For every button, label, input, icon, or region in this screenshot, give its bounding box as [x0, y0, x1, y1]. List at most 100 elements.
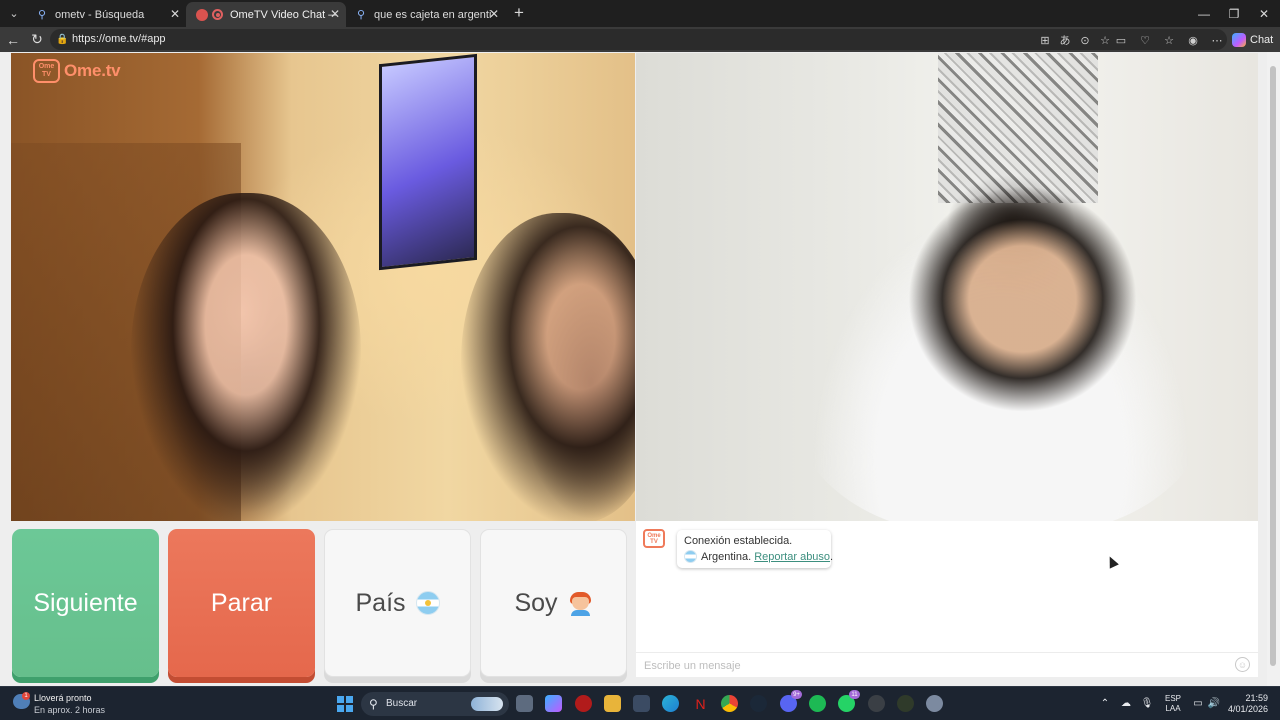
video-background-tv: [379, 53, 477, 271]
more-menu-icon[interactable]: ⋯: [1209, 32, 1225, 48]
search-favicon-icon: ⚲: [356, 9, 366, 21]
partner-country-line: Argentina. Reportar abuso.: [684, 550, 833, 563]
windows-start-icon[interactable]: [337, 696, 353, 712]
address-bar[interactable]: 🔒 https://ome.tv/#app ⊞ あ ⊙ ☆ ▭ ♡ ☆ ◉ ⋯: [50, 29, 1227, 50]
gender-select-button[interactable]: Soy: [480, 529, 627, 677]
copilot-icon: [1232, 33, 1246, 47]
address-url[interactable]: https://ome.tv/#app: [72, 33, 166, 45]
close-tab-icon[interactable]: ✕: [489, 7, 499, 21]
favorite-star-icon[interactable]: ☆: [1097, 32, 1113, 48]
camera-in-use-icon[interactable]: ▭: [1113, 32, 1129, 48]
ometv-logo[interactable]: Ome TV Ome.tv: [33, 59, 121, 83]
report-abuse-link[interactable]: Reportar abuso: [754, 551, 830, 563]
tab-title: ometv - Búsqueda: [55, 8, 145, 21]
ometv-logo-icon: Ome TV: [33, 59, 60, 83]
app-available-icon[interactable]: ⊞: [1037, 32, 1053, 48]
show-hidden-icons-icon[interactable]: ⌃: [1098, 696, 1112, 710]
restore-window-icon[interactable]: ❐: [1218, 0, 1250, 27]
copilot-chat-label: Chat: [1250, 34, 1274, 46]
page-scrollbar[interactable]: [1267, 52, 1280, 686]
tab-ometv-video-chat[interactable]: OmeTV Video Chat — Omegle Alternative ✕: [186, 2, 346, 27]
tab-actions-menu-icon[interactable]: ⌄: [4, 4, 24, 23]
close-tab-icon[interactable]: ✕: [170, 7, 180, 21]
copilot-chat-button[interactable]: Chat: [1232, 31, 1273, 49]
country-select-button[interactable]: País: [324, 529, 471, 677]
ometv-favicon-icon: [196, 8, 208, 21]
video-person-right: [461, 213, 635, 521]
file-explorer-icon[interactable]: [604, 695, 621, 712]
close-tab-icon[interactable]: ✕: [330, 7, 340, 21]
network-icon[interactable]: ▭: [1191, 696, 1205, 710]
search-favicon-icon: ⚲: [37, 9, 47, 21]
app-icon[interactable]: [897, 695, 914, 712]
weather-title[interactable]: Lloverá pronto: [34, 693, 92, 703]
tab-cajeta-search[interactable]: ⚲ que es cajeta en argentina - Búsqueda …: [345, 2, 505, 27]
argentina-flag-icon: [684, 550, 697, 563]
discord-badge: 9+: [791, 690, 802, 699]
whatsapp-icon[interactable]: 11: [838, 690, 860, 712]
translate-icon[interactable]: あ: [1057, 32, 1073, 48]
weather-subtitle[interactable]: En aprox. 2 horas: [34, 705, 105, 715]
search-icon: ⚲: [369, 697, 378, 711]
partner-country: Argentina.: [701, 550, 752, 563]
stop-button[interactable]: Parar: [168, 529, 315, 677]
chat-panel: Ome TV Conexión establecida. Argentina. …: [636, 521, 1258, 677]
next-button[interactable]: Siguiente: [12, 529, 159, 677]
system-message: Conexión establecida. Argentina. Reporta…: [677, 530, 833, 568]
clock-date: 4/01/2026: [1228, 704, 1269, 714]
message-input[interactable]: [642, 657, 1206, 675]
red-app-icon[interactable]: [575, 695, 592, 712]
self-camera-video: [636, 53, 1258, 521]
weather-alert-badge: 1: [22, 692, 30, 700]
taskbar-clock[interactable]: 21:59 4/01/2026: [1228, 693, 1268, 715]
clock-time: 21:59: [1245, 693, 1268, 703]
back-arrow-icon[interactable]: ←: [3, 30, 23, 49]
netflix-icon[interactable]: N: [692, 695, 709, 712]
stop-button-label: Parar: [210, 588, 273, 617]
language-code: ESP: [1165, 694, 1182, 703]
microphone-icon[interactable]: 🎙: [1140, 696, 1154, 710]
close-window-icon[interactable]: ✕: [1248, 0, 1280, 27]
chrome-icon[interactable]: [721, 695, 738, 712]
favorites-icon[interactable]: ☆: [1161, 32, 1177, 48]
onedrive-cloud-icon[interactable]: ☁: [1119, 696, 1133, 710]
taskbar-search[interactable]: ⚲ Buscar: [361, 692, 509, 716]
profile-avatar-icon[interactable]: ◉: [1185, 32, 1201, 48]
extensions-icon[interactable]: ⊙: [1077, 32, 1093, 48]
site-info-icon[interactable]: 🔒: [56, 33, 69, 46]
connection-status-text: Conexión establecida.: [684, 535, 793, 547]
microsoft-store-icon[interactable]: [633, 695, 650, 712]
settings-gear-icon[interactable]: [926, 695, 943, 712]
layout-code: LAA: [1165, 704, 1181, 713]
stranger-video: Ome TV Ome.tv: [11, 53, 635, 521]
volume-icon[interactable]: 🔊: [1207, 696, 1221, 710]
copilot-app-icon[interactable]: [545, 695, 562, 712]
next-button-label: Siguiente: [33, 588, 138, 617]
browser-toolbar: ← ↻ 🔒 https://ome.tv/#app ⊞ あ ⊙ ☆ ▭ ♡ ☆ …: [0, 27, 1280, 52]
argentina-flag-icon: [415, 591, 440, 615]
browser-tab-strip: ⌄ ⚲ ometv - Búsqueda ✕ OmeTV Video Chat …: [0, 0, 1280, 27]
country-button-label: País: [355, 588, 406, 617]
discord-icon[interactable]: 9+: [780, 690, 802, 712]
steam-icon[interactable]: [750, 695, 767, 712]
browser-essentials-icon[interactable]: ♡: [1137, 32, 1153, 48]
ometv-app: Ome TV Ome.tv Siguiente Parar País Soy O…: [0, 52, 1280, 686]
tab-title: que es cajeta en argentina - Búsqueda: [374, 8, 492, 21]
tab-ometv-search[interactable]: ⚲ ometv - Búsqueda ✕: [26, 2, 186, 27]
minimize-window-icon[interactable]: —: [1188, 0, 1220, 27]
game-app-icon[interactable]: [868, 695, 885, 712]
message-composer: ☺: [636, 652, 1258, 677]
edge-browser-icon[interactable]: [662, 695, 679, 712]
keyboard-language[interactable]: ESP LAA: [1165, 694, 1181, 714]
refresh-icon[interactable]: ↻: [27, 30, 47, 49]
report-suffix: .: [830, 550, 834, 563]
search-highlight-icon: [471, 697, 503, 711]
new-tab-button[interactable]: +: [509, 3, 529, 23]
spotify-icon[interactable]: [809, 695, 826, 712]
ometv-system-icon: Ome TV: [643, 529, 665, 548]
task-view-icon[interactable]: [516, 695, 533, 712]
whatsapp-badge: 11: [849, 690, 860, 699]
emoji-picker-icon[interactable]: ☺: [1235, 657, 1250, 672]
windows-taskbar: 1 Lloverá pronto En aprox. 2 horas ⚲ Bus…: [0, 686, 1280, 720]
page-scrollbar-thumb[interactable]: [1270, 66, 1276, 666]
